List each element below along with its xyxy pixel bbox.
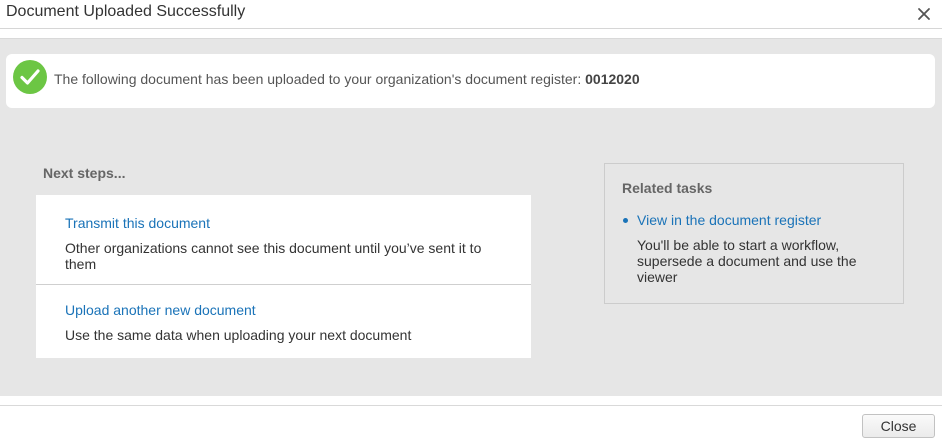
success-banner: The following document has been uploaded… bbox=[6, 54, 935, 108]
upload-another-document-description: Use the same data when uploading your ne… bbox=[65, 327, 412, 343]
upload-another-document-link[interactable]: Upload another new document bbox=[65, 302, 256, 318]
success-message-text: The following document has been uploaded… bbox=[54, 71, 586, 87]
transmit-document-description: Other organizations cannot see this docu… bbox=[65, 240, 482, 272]
close-x-icon-glyph bbox=[918, 8, 930, 20]
upload-success-dialog: Document Uploaded Successfully The follo… bbox=[0, 0, 942, 443]
dialog-footer: Close bbox=[0, 405, 942, 443]
view-in-register-description: You'll be able to start a workflow, supe… bbox=[637, 237, 857, 285]
dialog-header: Document Uploaded Successfully bbox=[0, 0, 942, 29]
next-step-item: Upload another new document Use the same… bbox=[36, 285, 531, 358]
document-number: 0012020 bbox=[585, 71, 640, 87]
check-circle-icon bbox=[13, 60, 47, 94]
bullet-icon bbox=[623, 218, 628, 223]
close-button[interactable]: Close bbox=[862, 414, 935, 438]
next-steps-heading: Next steps... bbox=[43, 165, 126, 181]
related-tasks-heading: Related tasks bbox=[622, 180, 713, 196]
close-x-icon[interactable] bbox=[916, 6, 932, 22]
dialog-title: Document Uploaded Successfully bbox=[6, 3, 246, 20]
next-steps-panel: Transmit this document Other organizatio… bbox=[36, 195, 531, 358]
view-in-register-link[interactable]: View in the document register bbox=[637, 212, 821, 228]
transmit-document-link[interactable]: Transmit this document bbox=[65, 215, 210, 231]
dialog-body: The following document has been uploaded… bbox=[0, 38, 942, 396]
success-message: The following document has been uploaded… bbox=[54, 71, 640, 87]
related-tasks-panel: Related tasks View in the document regis… bbox=[604, 163, 904, 304]
next-step-item: Transmit this document Other organizatio… bbox=[36, 195, 531, 285]
